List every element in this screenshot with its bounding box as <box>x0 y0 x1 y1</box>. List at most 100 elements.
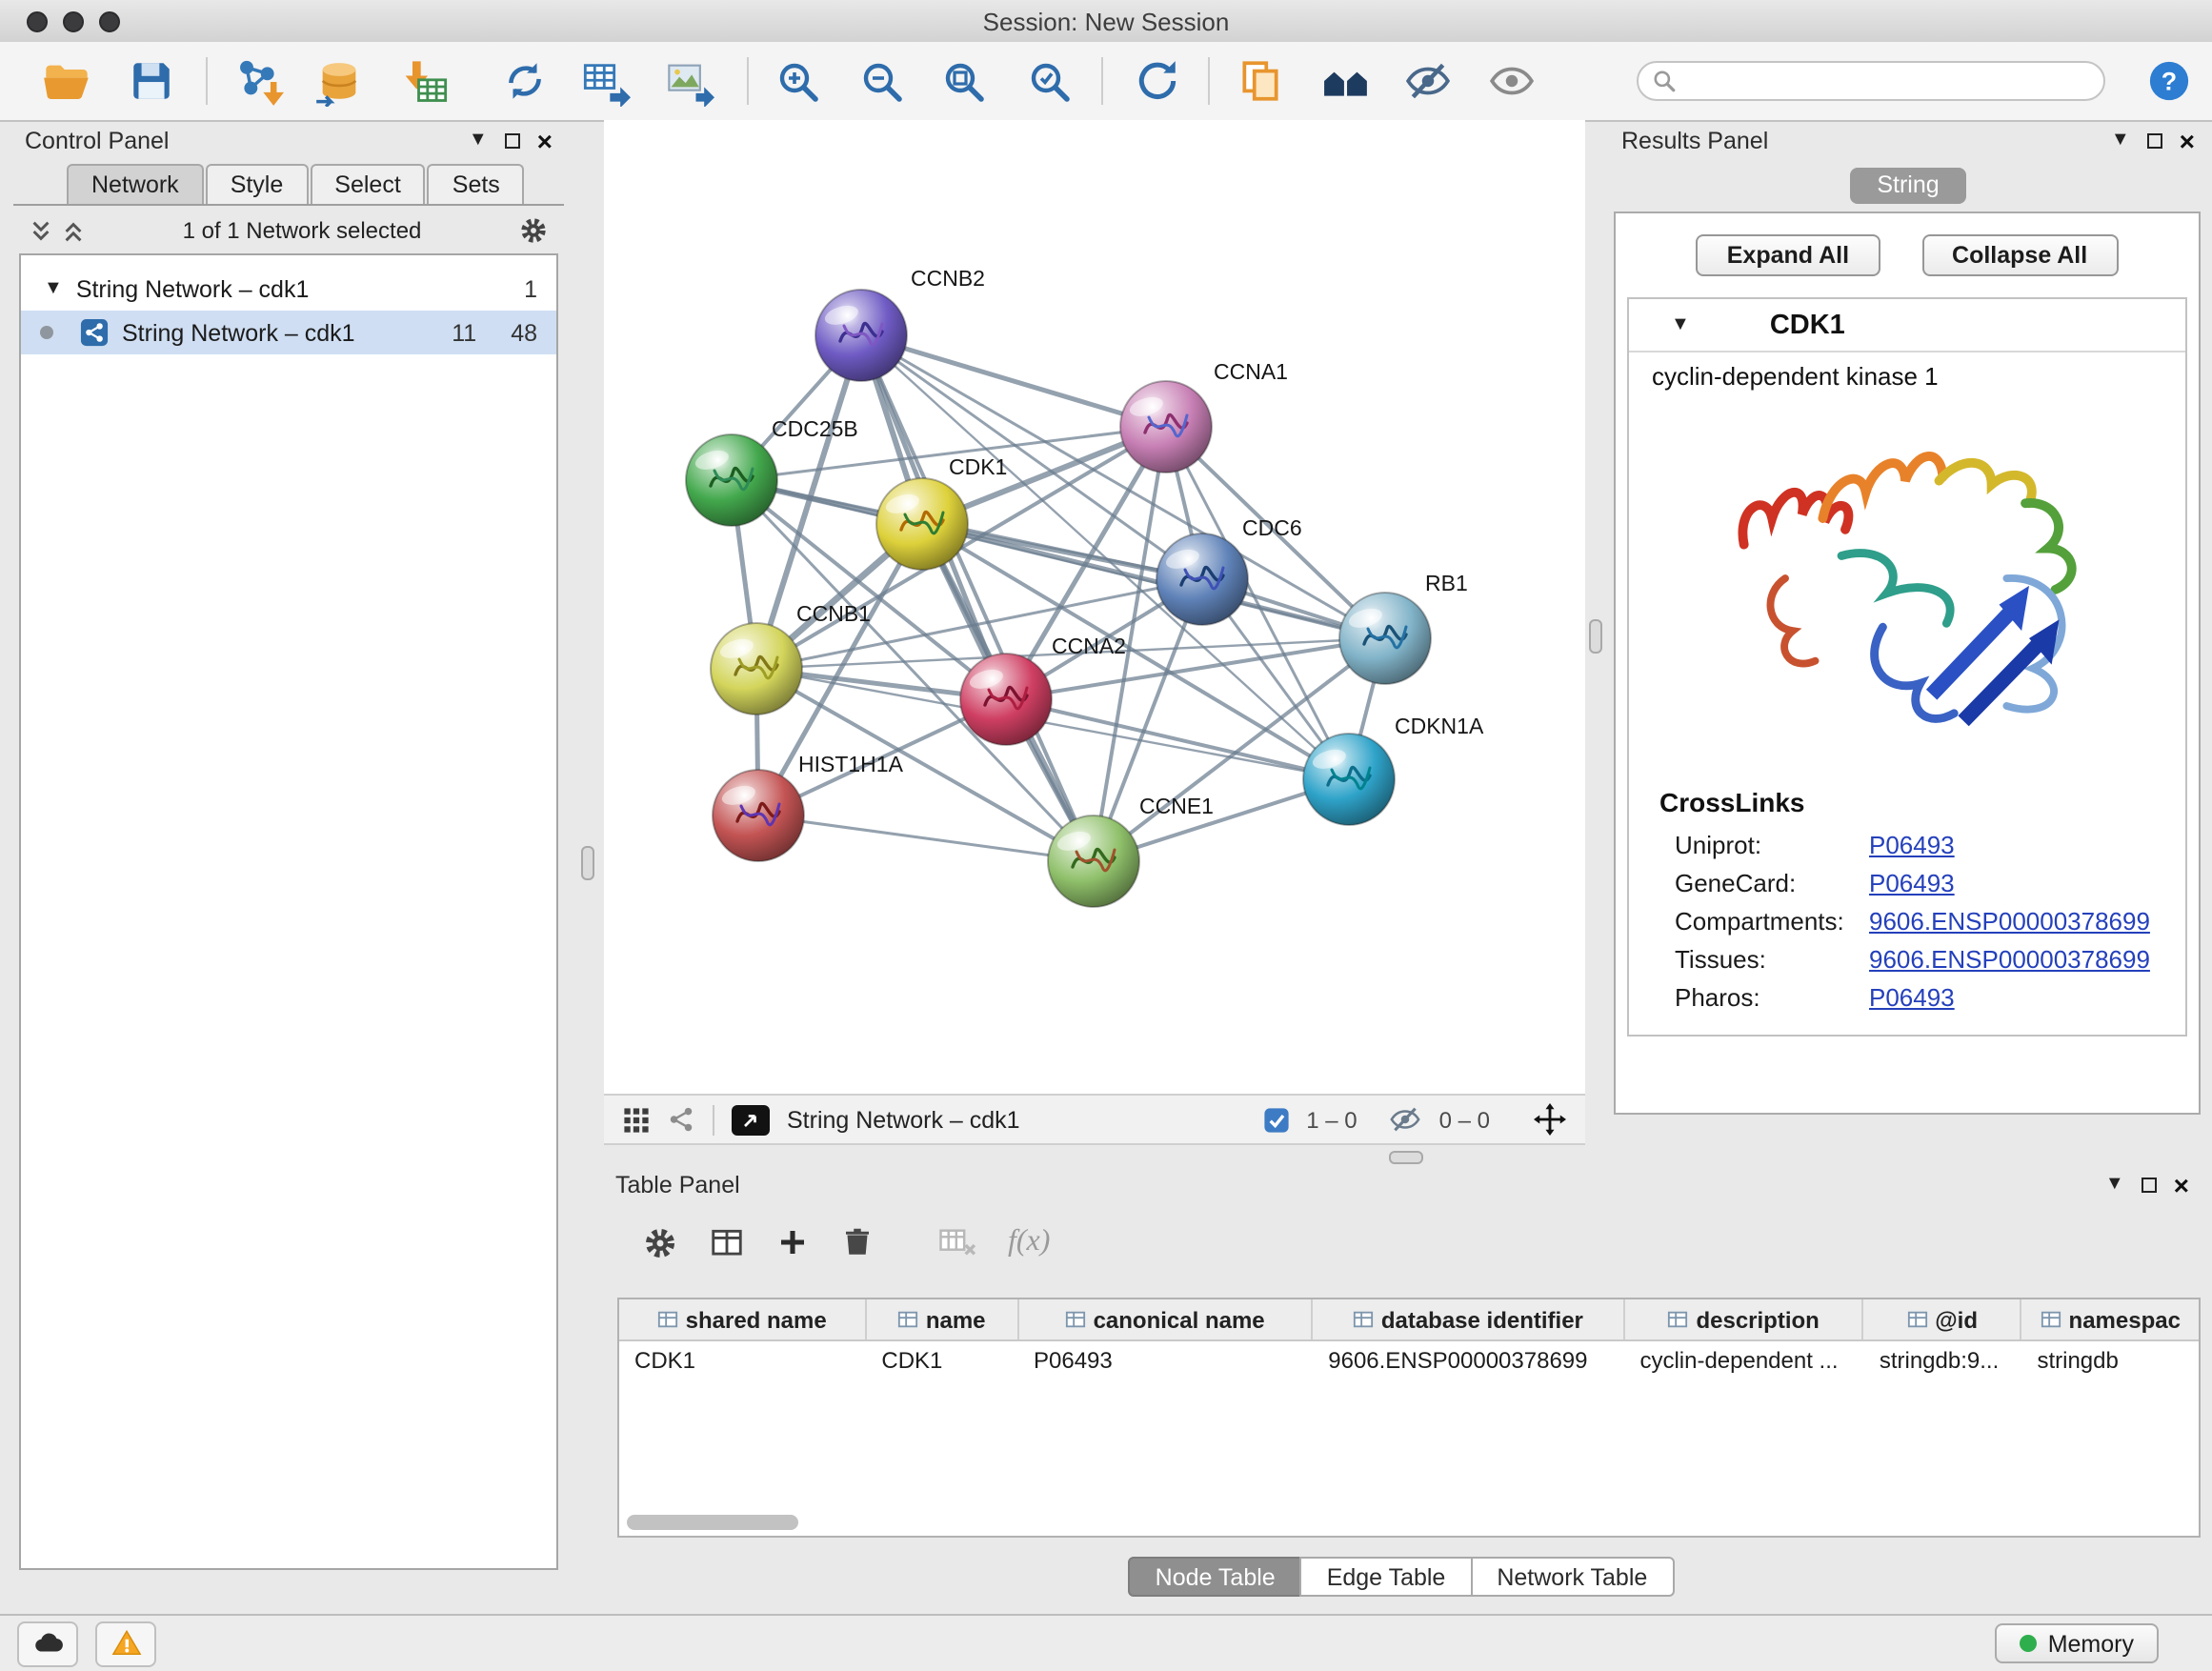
tab-node-table[interactable]: Node Table <box>1129 1557 1302 1597</box>
close-window-button[interactable] <box>27 10 48 31</box>
tab-edge-table[interactable]: Edge Table <box>1300 1557 1473 1597</box>
import-network-database-button[interactable] <box>307 50 372 112</box>
crosslink-link-tissues[interactable]: 9606.ENSP00000378699 <box>1869 944 2150 973</box>
network-node-CCNA1[interactable] <box>1120 381 1212 473</box>
zoom-window-button[interactable] <box>99 10 120 31</box>
network-edge[interactable] <box>758 815 1094 861</box>
crosslink-link-uniprot[interactable]: P06493 <box>1869 830 1955 858</box>
crosslink-link-pharos[interactable]: P06493 <box>1869 982 1955 1011</box>
right-splitter-handle[interactable] <box>1589 619 1602 654</box>
cell-shared-name[interactable]: CDK1 <box>619 1341 866 1378</box>
selected-checkbox-icon[interactable] <box>1262 1106 1289 1133</box>
tab-network-table[interactable]: Network Table <box>1470 1557 1674 1597</box>
network-row-selected[interactable]: String Network – cdk1 11 48 <box>21 311 556 354</box>
network-node-CCNA2[interactable] <box>960 654 1052 745</box>
column-header-name[interactable]: name <box>866 1299 1018 1339</box>
zoom-out-button[interactable] <box>850 50 915 112</box>
cloud-button[interactable] <box>17 1621 78 1666</box>
left-splitter-handle[interactable] <box>581 846 594 880</box>
cell-description[interactable]: cyclin-dependent ... <box>1624 1341 1863 1378</box>
tab-select[interactable]: Select <box>310 164 426 204</box>
memory-button[interactable]: Memory <box>1995 1623 2159 1663</box>
tab-sets[interactable]: Sets <box>428 164 525 204</box>
crosslink-link-compartments[interactable]: 9606.ENSP00000378699 <box>1869 906 2150 935</box>
maximize-panel-icon[interactable] <box>505 133 520 149</box>
export-image-button[interactable] <box>657 50 722 112</box>
grid-view-icon[interactable] <box>623 1106 650 1133</box>
network-edge[interactable] <box>861 335 1166 427</box>
show-columns-icon[interactable] <box>709 1224 745 1260</box>
column-header-id[interactable]: @id <box>1864 1299 2022 1339</box>
network-node-CCNB2[interactable] <box>815 290 907 381</box>
new-network-button[interactable] <box>492 50 556 112</box>
tree-expand-icon[interactable]: ▼ <box>44 279 63 298</box>
network-node-CCNE1[interactable] <box>1048 815 1139 907</box>
float-panel-icon[interactable]: ▼ <box>469 131 488 151</box>
cell-namespace[interactable]: stringdb <box>2021 1341 2199 1378</box>
network-collection-row[interactable]: ▼ String Network – cdk1 1 <box>21 267 556 311</box>
tab-network[interactable]: Network <box>67 164 204 204</box>
function-builder-icon[interactable]: f(x) <box>1008 1225 1050 1259</box>
bottom-splitter-handle[interactable] <box>1389 1151 1423 1164</box>
minimize-window-button[interactable] <box>63 10 84 31</box>
show-all-button[interactable] <box>1478 50 1543 112</box>
cell-id[interactable]: stringdb:9... <box>1864 1341 2022 1378</box>
annotations-button[interactable] <box>1227 50 1292 112</box>
network-node-CDC25B[interactable] <box>686 434 777 526</box>
first-neighbors-button[interactable] <box>1313 50 1377 112</box>
network-node-CCNB1[interactable] <box>711 623 802 715</box>
search-input[interactable] <box>1686 66 2103 96</box>
open-session-button[interactable] <box>34 50 99 112</box>
network-node-CDKN1A[interactable] <box>1303 734 1395 825</box>
tab-style[interactable]: Style <box>206 164 309 204</box>
expand-all-icon[interactable] <box>61 218 86 243</box>
network-node-CDK1[interactable] <box>876 478 968 570</box>
zoom-selected-button[interactable] <box>1017 50 1082 112</box>
results-tab-string[interactable]: String <box>1850 167 1965 203</box>
column-header-database-identifier[interactable]: database identifier <box>1313 1299 1624 1339</box>
cell-canonical-name[interactable]: P06493 <box>1018 1341 1313 1378</box>
birdseye-view-button[interactable] <box>732 1104 770 1135</box>
help-button[interactable]: ? <box>2136 50 2201 112</box>
maximize-panel-icon[interactable] <box>2142 1178 2157 1193</box>
close-panel-icon[interactable]: × <box>2174 1172 2189 1198</box>
column-header-namespace[interactable]: namespac <box>2021 1299 2199 1339</box>
refresh-button[interactable] <box>1124 50 1189 112</box>
fit-content-crosshair-icon[interactable] <box>1534 1103 1566 1136</box>
network-edge[interactable] <box>861 335 1094 861</box>
close-panel-icon[interactable]: × <box>2180 128 2195 154</box>
zoom-in-button[interactable] <box>766 50 831 112</box>
crosslink-link-genecard[interactable]: P06493 <box>1869 868 1955 896</box>
close-panel-icon[interactable]: × <box>537 128 553 154</box>
table-row[interactable]: CDK1 CDK1 P06493 9606.ENSP00000378699 cy… <box>619 1341 2199 1378</box>
hide-selected-button[interactable] <box>1395 50 1459 112</box>
column-header-canonical-name[interactable]: canonical name <box>1018 1299 1313 1339</box>
column-header-shared-name[interactable]: shared name <box>619 1299 866 1339</box>
expand-all-button[interactable]: Expand All <box>1697 234 1880 276</box>
collapse-all-button[interactable]: Collapse All <box>1921 234 2118 276</box>
cell-name[interactable]: CDK1 <box>866 1341 1018 1378</box>
float-panel-icon[interactable]: ▼ <box>2105 1176 2124 1195</box>
horizontal-scrollbar-thumb[interactable] <box>627 1515 798 1530</box>
network-node-RB1[interactable] <box>1339 593 1431 684</box>
hidden-eye-slash-icon[interactable] <box>1390 1103 1422 1136</box>
collapse-all-icon[interactable] <box>29 218 53 243</box>
table-settings-gear-icon[interactable] <box>642 1224 678 1260</box>
warnings-button[interactable] <box>95 1621 156 1666</box>
section-collapse-icon[interactable]: ▼ <box>1671 315 1690 334</box>
cell-database-identifier[interactable]: 9606.ENSP00000378699 <box>1313 1341 1624 1378</box>
search-box[interactable] <box>1637 61 2105 101</box>
import-table-button[interactable] <box>392 50 457 112</box>
network-view-icon[interactable] <box>667 1105 695 1134</box>
import-network-file-button[interactable] <box>227 50 292 112</box>
network-canvas[interactable]: CCNB2CCNA1CDC25BCDK1CDC6RB1CCNB1CCNA2CDK… <box>604 120 1585 1094</box>
delete-column-trash-icon[interactable] <box>840 1225 875 1259</box>
save-session-button[interactable] <box>118 50 183 112</box>
network-node-HIST1H1A[interactable] <box>713 770 804 861</box>
network-graph[interactable]: CCNB2CCNA1CDC25BCDK1CDC6RB1CCNB1CCNA2CDK… <box>604 120 1585 1094</box>
add-column-icon[interactable] <box>775 1225 810 1259</box>
network-node-CDC6[interactable] <box>1156 534 1248 625</box>
gear-icon[interactable] <box>518 215 549 246</box>
float-panel-icon[interactable]: ▼ <box>2111 131 2130 151</box>
column-header-description[interactable]: description <box>1624 1299 1863 1339</box>
